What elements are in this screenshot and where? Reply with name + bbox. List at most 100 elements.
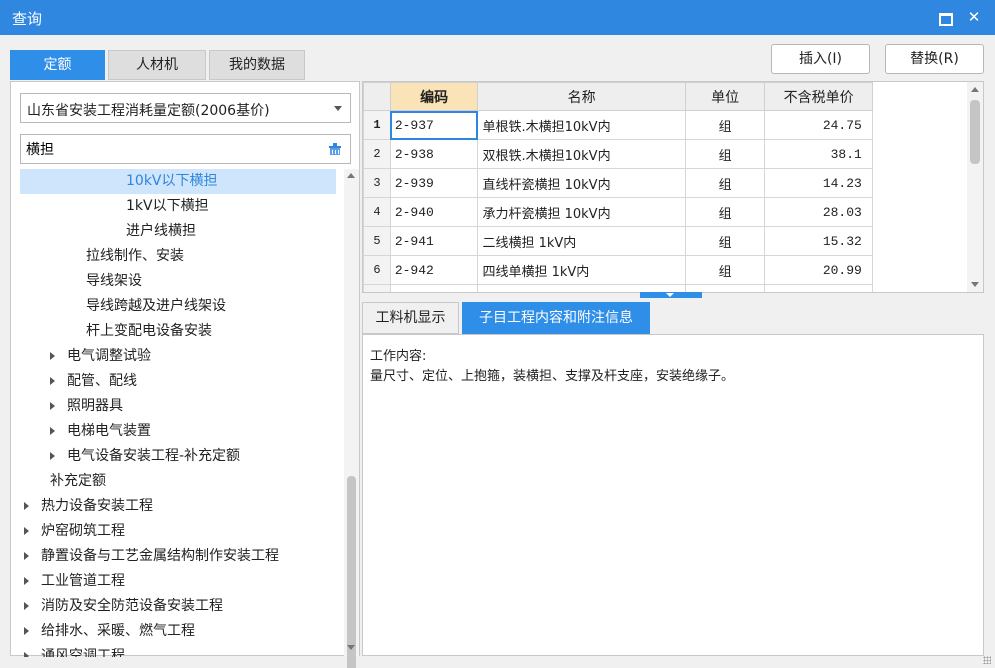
expand-arrow-icon[interactable] <box>24 652 29 657</box>
table-row[interactable]: 6 2-942 四线单横担 1kV内组 20.99 <box>363 255 983 285</box>
expand-arrow-icon[interactable] <box>24 602 29 610</box>
expand-arrow-icon[interactable] <box>50 427 55 435</box>
library-select[interactable]: 山东省安装工程消耗量定额(2006基价) <box>20 93 351 123</box>
tree-item[interactable]: 导线架设 <box>86 269 142 294</box>
tab-dinge[interactable]: 定额 <box>10 50 105 80</box>
cell-unit[interactable]: 组 <box>684 255 766 285</box>
cell-name[interactable]: 二线横担 1kV内 <box>477 226 686 256</box>
expand-arrow-icon[interactable] <box>24 552 29 560</box>
expand-arrow-icon[interactable] <box>24 627 29 635</box>
tree-item[interactable]: 照明器具 <box>50 394 123 419</box>
scroll-up-icon[interactable] <box>347 173 355 178</box>
tree-item[interactable]: 静置设备与工艺金属结构制作安装工程 <box>24 544 279 569</box>
cell-price[interactable]: 15.32 <box>764 226 873 256</box>
cell-code[interactable]: 2-939 <box>389 168 479 198</box>
scroll-up-icon[interactable] <box>971 87 979 92</box>
cell-code[interactable]: 2-938 <box>389 139 479 169</box>
row-number[interactable]: 5 <box>363 226 391 256</box>
tree-item[interactable]: 10kV以下横担 <box>20 169 336 194</box>
row-number-header <box>363 82 391 111</box>
cell-code[interactable]: 2-943 <box>389 284 479 292</box>
tab-my-data[interactable]: 我的数据 <box>209 50 305 80</box>
maximize-icon[interactable] <box>932 5 956 29</box>
row-number[interactable]: 4 <box>363 197 391 227</box>
cell-code[interactable]: 2-937 <box>389 110 479 140</box>
expand-arrow-icon[interactable] <box>24 502 29 510</box>
grid-scrollbar[interactable] <box>967 82 983 292</box>
tree-item[interactable]: 补充定额 <box>50 469 106 494</box>
expand-arrow-icon[interactable] <box>24 577 29 585</box>
cell-unit[interactable]: 组 <box>684 110 766 140</box>
tree-item[interactable]: 电梯电气装置 <box>50 419 151 444</box>
cell-unit[interactable]: 组 <box>684 226 766 256</box>
table-row[interactable]: 3 2-939 直线杆瓷横担 10kV内组 14.23 <box>363 168 983 198</box>
table-row[interactable]: 4 2-940 承力杆瓷横担 10kV内组 28.03 <box>363 197 983 227</box>
cell-name[interactable]: 四线单横担 1kV内 <box>477 255 686 285</box>
cell-price[interactable]: 24.75 <box>764 110 873 140</box>
tree-scrollbar[interactable] <box>344 169 359 668</box>
scroll-thumb[interactable] <box>347 476 356 668</box>
row-number[interactable]: 7 <box>363 284 391 292</box>
expand-arrow-icon[interactable] <box>24 527 29 535</box>
cell-name[interactable]: 双根铁.木横担10kV内 <box>477 139 686 169</box>
tree-item[interactable]: 消防及安全防范设备安装工程 <box>24 594 223 619</box>
table-row[interactable]: 2 2-938 双根铁.木横担10kV内组 38.1 <box>363 139 983 169</box>
expand-arrow-icon[interactable] <box>50 377 55 385</box>
cell-unit[interactable]: 组 <box>684 139 766 169</box>
insert-button[interactable]: 插入(I) <box>771 44 870 74</box>
panel-splitter-handle[interactable] <box>640 292 702 298</box>
cell-price[interactable]: 20.99 <box>764 255 873 285</box>
cell-unit[interactable]: 组 <box>684 168 766 198</box>
expand-arrow-icon[interactable] <box>50 402 55 410</box>
row-number[interactable]: 6 <box>363 255 391 285</box>
tree-item[interactable]: 电气调整试验 <box>50 344 151 369</box>
replace-button[interactable]: 替换(R) <box>885 44 984 74</box>
cell-code[interactable]: 2-942 <box>389 255 479 285</box>
tab-work-content-info[interactable]: 子目工程内容和附注信息 <box>462 302 650 334</box>
tree-item[interactable]: 工业管道工程 <box>24 569 125 594</box>
cell-price[interactable]: 28.03 <box>764 197 873 227</box>
clear-search-icon[interactable] <box>328 142 342 156</box>
column-header-code[interactable]: 编码 <box>389 82 479 111</box>
column-header-price[interactable]: 不含税单价 <box>764 82 873 111</box>
tab-rencaiji[interactable]: 人材机 <box>108 50 206 80</box>
tab-material-display[interactable]: 工料机显示 <box>362 302 459 334</box>
tree-item[interactable]: 通风空调工程 <box>24 644 125 657</box>
tree-item-label: 10kV以下横担 <box>126 173 218 189</box>
row-number[interactable]: 2 <box>363 139 391 169</box>
expand-arrow-icon[interactable] <box>50 352 55 360</box>
tree-item[interactable]: 给排水、采暖、燃气工程 <box>24 619 195 644</box>
cell-name[interactable]: 直线杆瓷横担 10kV内 <box>477 168 686 198</box>
scroll-down-icon[interactable] <box>347 645 355 650</box>
tree-item[interactable]: 进户线横担 <box>126 219 196 244</box>
cell-code[interactable]: 2-941 <box>389 226 479 256</box>
row-number[interactable]: 3 <box>363 168 391 198</box>
close-icon[interactable]: ✕ <box>962 5 986 29</box>
resize-grip-icon[interactable] <box>983 656 991 664</box>
tree-item[interactable]: 导线跨越及进户线架设 <box>86 294 226 319</box>
chevron-down-icon[interactable] <box>334 106 342 111</box>
tree-item[interactable]: 炉窑砌筑工程 <box>24 519 125 544</box>
tree-item[interactable]: 杆上变配电设备安装 <box>86 319 212 344</box>
cell-unit[interactable]: 组 <box>684 197 766 227</box>
search-input[interactable] <box>26 139 316 159</box>
cell-price[interactable]: 14.23 <box>764 168 873 198</box>
cell-price[interactable]: 33.40 <box>764 284 873 292</box>
cell-price[interactable]: 38.1 <box>764 139 873 169</box>
row-number[interactable]: 1 <box>363 110 391 140</box>
column-header-unit[interactable]: 单位 <box>684 82 766 111</box>
cell-code[interactable]: 2-940 <box>389 197 479 227</box>
cell-name[interactable]: 单根铁.木横担10kV内 <box>477 110 686 140</box>
scroll-down-icon[interactable] <box>971 282 979 287</box>
scroll-thumb[interactable] <box>970 100 980 164</box>
tree-item[interactable]: 配管、配线 <box>50 369 137 394</box>
tree-item[interactable]: 热力设备安装工程 <box>24 494 153 519</box>
tree-item[interactable]: 拉线制作、安装 <box>86 244 184 269</box>
column-header-name[interactable]: 名称 <box>477 82 686 111</box>
expand-arrow-icon[interactable] <box>50 452 55 460</box>
tree-item[interactable]: 电气设备安装工程-补充定额 <box>50 444 240 469</box>
table-row[interactable]: 1 2-937 单根铁.木横担10kV内组 24.75 <box>363 110 983 140</box>
table-row[interactable]: 5 2-941 二线横担 1kV内组 15.32 <box>363 226 983 256</box>
tree-item[interactable]: 1kV以下横担 <box>126 194 209 219</box>
cell-name[interactable]: 承力杆瓷横担 10kV内 <box>477 197 686 227</box>
